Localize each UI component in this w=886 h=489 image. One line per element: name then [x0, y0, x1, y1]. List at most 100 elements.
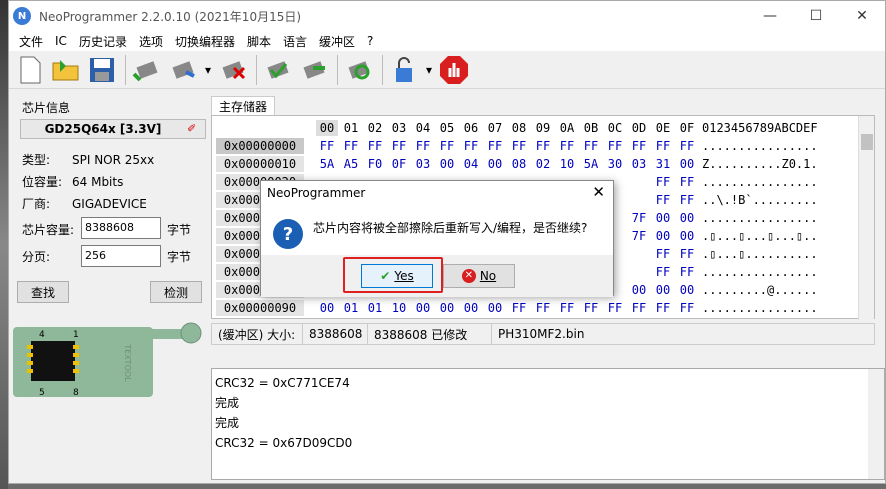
- save-icon[interactable]: [85, 53, 119, 87]
- hex-byte[interactable]: 00: [460, 300, 482, 316]
- hex-byte[interactable]: FF: [316, 138, 338, 154]
- hex-byte[interactable]: FF: [388, 138, 410, 154]
- lock-icon[interactable]: [387, 53, 421, 87]
- hex-byte[interactable]: FF: [460, 138, 482, 154]
- hex-byte[interactable]: 0F: [388, 156, 410, 172]
- hex-byte[interactable]: 03: [628, 156, 650, 172]
- detect-button[interactable]: 检测: [150, 281, 202, 303]
- maximize-icon[interactable]: ☐: [793, 1, 839, 31]
- hex-byte[interactable]: FF: [556, 300, 578, 316]
- hex-byte[interactable]: FF: [676, 174, 698, 190]
- hex-byte[interactable]: 00: [316, 300, 338, 316]
- hex-row[interactable]: 0x00000010 5A A5 F0 0F 03 00 04 00 08 02 10 5A 30 03 31…: [212, 156, 872, 174]
- minimize-icon[interactable]: —: [747, 1, 793, 31]
- menu-history[interactable]: 历史记录: [73, 33, 133, 50]
- hex-byte[interactable]: 01: [340, 300, 362, 316]
- hex-byte[interactable]: 5A: [316, 156, 338, 172]
- hex-byte[interactable]: 00: [652, 210, 674, 226]
- hex-byte[interactable]: FF: [604, 300, 626, 316]
- hex-row[interactable]: 0x00000090 00 01 01 10 00 00 00 00 FF FF FF FF FF FF FF…: [212, 300, 872, 318]
- tab-main-memory[interactable]: 主存储器: [211, 96, 276, 115]
- hex-byte[interactable]: A5: [340, 156, 362, 172]
- hex-byte[interactable]: 7F: [628, 228, 650, 244]
- stop-icon[interactable]: [437, 53, 471, 87]
- hex-byte[interactable]: FF: [676, 246, 698, 262]
- hex-byte[interactable]: 7F: [628, 210, 650, 226]
- hex-byte[interactable]: 00: [412, 300, 434, 316]
- hex-byte[interactable]: FF: [652, 192, 674, 208]
- no-button[interactable]: ✕ No: [443, 264, 515, 288]
- menu-script[interactable]: 脚本: [241, 33, 277, 50]
- log-scrollbar[interactable]: [868, 369, 884, 479]
- hex-byte[interactable]: FF: [508, 300, 530, 316]
- write-chip-icon[interactable]: [166, 53, 200, 87]
- hex-byte[interactable]: 30: [604, 156, 626, 172]
- lock-dropdown-icon[interactable]: ▾: [423, 53, 435, 87]
- hex-row[interactable]: 0x00000000 FF FF FF FF FF FF FF FF FF FF FF FF FF FF FF…: [212, 138, 872, 156]
- menu-options[interactable]: 选项: [133, 33, 169, 50]
- hex-scrollbar[interactable]: [858, 116, 874, 320]
- hex-byte[interactable]: FF: [628, 138, 650, 154]
- pdf-icon[interactable]: ✐: [187, 122, 201, 136]
- hex-byte[interactable]: 00: [676, 282, 698, 298]
- yes-button[interactable]: ✔ Yes: [361, 264, 433, 288]
- hex-byte[interactable]: FF: [436, 138, 458, 154]
- menu-ic[interactable]: IC: [49, 34, 73, 48]
- hex-byte[interactable]: FF: [484, 138, 506, 154]
- splitter[interactable]: [211, 346, 885, 368]
- hex-byte[interactable]: FF: [364, 138, 386, 154]
- erase-chip-icon[interactable]: [216, 53, 250, 87]
- hex-byte[interactable]: 00: [436, 300, 458, 316]
- hex-byte[interactable]: 00: [676, 156, 698, 172]
- menu-file[interactable]: 文件: [13, 33, 49, 50]
- hex-byte[interactable]: FF: [340, 138, 362, 154]
- blank-check-icon[interactable]: [297, 53, 331, 87]
- menu-help[interactable]: ?: [361, 34, 379, 48]
- hex-byte[interactable]: 00: [652, 228, 674, 244]
- verify-chip-icon[interactable]: [261, 53, 295, 87]
- hex-byte[interactable]: F0: [364, 156, 386, 172]
- hex-byte[interactable]: FF: [580, 138, 602, 154]
- menu-language[interactable]: 语言: [277, 33, 313, 50]
- hex-byte[interactable]: FF: [580, 300, 602, 316]
- hex-byte[interactable]: 00: [628, 282, 650, 298]
- menu-buffer[interactable]: 缓冲区: [313, 33, 361, 50]
- hex-byte[interactable]: FF: [508, 138, 530, 154]
- read-chip-icon[interactable]: [130, 53, 164, 87]
- hex-byte[interactable]: 00: [484, 300, 506, 316]
- chip-size-field[interactable]: 8388608: [81, 217, 161, 239]
- hex-byte[interactable]: 02: [532, 156, 554, 172]
- hex-byte[interactable]: FF: [676, 264, 698, 280]
- hex-byte[interactable]: FF: [652, 138, 674, 154]
- hex-byte[interactable]: 00: [484, 156, 506, 172]
- hex-byte[interactable]: 03: [412, 156, 434, 172]
- hex-byte[interactable]: FF: [652, 174, 674, 190]
- hex-byte[interactable]: FF: [628, 300, 650, 316]
- hex-byte[interactable]: 10: [388, 300, 410, 316]
- hex-byte[interactable]: 00: [436, 156, 458, 172]
- hex-byte[interactable]: FF: [652, 264, 674, 280]
- hex-byte[interactable]: 5A: [580, 156, 602, 172]
- hex-byte[interactable]: 00: [676, 210, 698, 226]
- write-dropdown-icon[interactable]: ▾: [202, 53, 214, 87]
- hex-byte[interactable]: 04: [460, 156, 482, 172]
- page-size-field[interactable]: 256: [81, 245, 161, 267]
- dialog-close-icon[interactable]: ✕: [592, 183, 605, 201]
- hex-byte[interactable]: FF: [652, 300, 674, 316]
- hex-byte[interactable]: FF: [532, 138, 554, 154]
- hex-byte[interactable]: FF: [412, 138, 434, 154]
- hex-byte[interactable]: FF: [532, 300, 554, 316]
- hex-byte[interactable]: 01: [364, 300, 386, 316]
- hex-byte[interactable]: FF: [604, 138, 626, 154]
- open-folder-icon[interactable]: [49, 53, 83, 87]
- hex-byte[interactable]: 00: [676, 228, 698, 244]
- hex-byte[interactable]: FF: [676, 300, 698, 316]
- hex-byte[interactable]: FF: [556, 138, 578, 154]
- new-file-icon[interactable]: [13, 53, 47, 87]
- hex-byte[interactable]: 31: [652, 156, 674, 172]
- hex-byte[interactable]: 00: [652, 282, 674, 298]
- hex-byte[interactable]: FF: [676, 138, 698, 154]
- auto-program-icon[interactable]: [342, 53, 376, 87]
- hex-byte[interactable]: FF: [676, 192, 698, 208]
- hex-byte[interactable]: 10: [556, 156, 578, 172]
